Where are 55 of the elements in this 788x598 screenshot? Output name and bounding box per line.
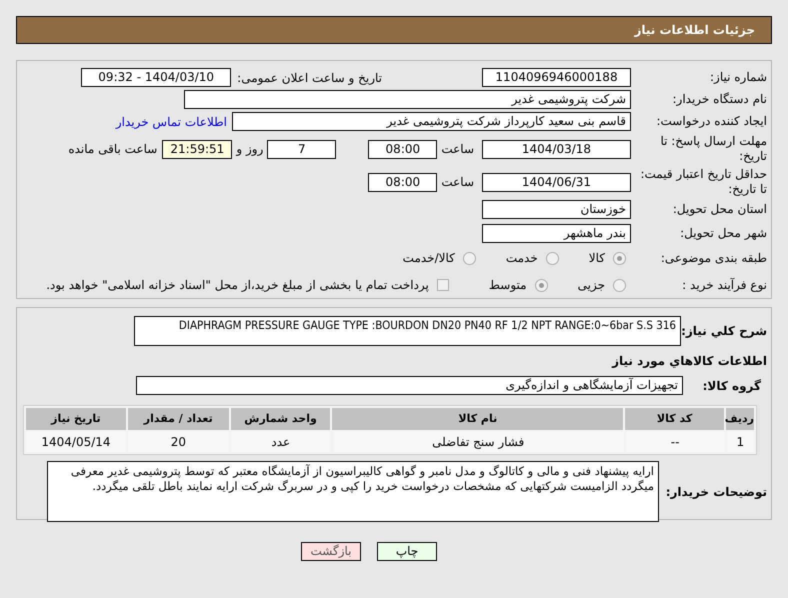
radio-label: جزیی bbox=[578, 277, 605, 294]
text-field[interactable]: 08:00 bbox=[368, 172, 438, 192]
text-field[interactable]: 7 bbox=[267, 140, 336, 158]
page-title: جزئیات اطلاعات نیاز bbox=[634, 22, 755, 39]
field-label: نام دستگاه خریدار: bbox=[672, 92, 768, 107]
checkbox[interactable] bbox=[436, 279, 449, 291]
field-label: شرح کلي نياز: bbox=[681, 323, 768, 340]
field-label: ساعت باقی مانده bbox=[68, 141, 158, 158]
radio-button[interactable] bbox=[462, 252, 476, 264]
field-label: توضیحات خریدار: bbox=[664, 484, 768, 500]
radio-label: کالا bbox=[588, 250, 605, 267]
buyer-contact-link[interactable]: اطلاعات تماس خریدار bbox=[116, 112, 227, 130]
section-title: اطلاعات کالاهاي مورد نياز bbox=[610, 353, 768, 370]
field-label: شهر محل تحویل: bbox=[679, 226, 768, 241]
text-field[interactable]: 1104096946000188 bbox=[482, 68, 631, 87]
column-header: ردیف bbox=[726, 408, 754, 430]
field-label: تاریخ و ساعت اعلان عمومی: bbox=[237, 70, 382, 86]
radio-button[interactable] bbox=[613, 278, 626, 292]
radio-button[interactable] bbox=[546, 252, 559, 264]
text-field[interactable]: شرکت پتروشیمی غدیر bbox=[184, 90, 631, 109]
radio-label: خدمت bbox=[506, 250, 538, 267]
radio-label: متوسط bbox=[488, 277, 527, 294]
field-label: گروه کالا: bbox=[702, 378, 762, 394]
text-field[interactable]: خوزستان bbox=[482, 200, 631, 219]
column-header: واحد شمارش bbox=[230, 408, 330, 430]
back-button[interactable]: بازگشت bbox=[301, 542, 361, 561]
column-header: تعداد / مقدار bbox=[128, 408, 229, 430]
radio-label: کالا/خدمت bbox=[402, 250, 455, 267]
checkbox-label: پرداخت تمام یا بخشی از مبلغ خرید،از محل "اسناد خزانه اسلامی" خواهد بود. bbox=[46, 277, 429, 294]
radio-button[interactable] bbox=[613, 252, 626, 264]
countdown-field[interactable]: 21:59:51 bbox=[162, 140, 232, 158]
field-label: نوع فرآیند خرید : bbox=[681, 278, 768, 292]
field-label: ساعت bbox=[441, 141, 474, 158]
text-field[interactable]: 08:00 bbox=[368, 140, 438, 158]
field-label: استان محل تحویل: bbox=[672, 202, 768, 217]
column-header: نام کالا bbox=[332, 408, 624, 430]
field-label: ایجاد کننده درخواست: bbox=[655, 114, 768, 129]
description-textarea[interactable]: DIAPHRAGM PRESSURE GAUGE TYPE :BOURDON DN20 PN40 RF 1/2 NPT RANGE:0~6bar S.S 316 bbox=[134, 316, 681, 346]
field-label: ساعت bbox=[441, 174, 474, 191]
text-field[interactable]: تجهیزات آزمایشگاهی و اندازه‌گیری bbox=[136, 376, 683, 395]
field-label: حداقل تاریخ اعتبار قیمت: تا تاریخ: bbox=[639, 167, 768, 197]
text-field[interactable]: بندر ماهشهر bbox=[482, 224, 631, 243]
radio-button[interactable] bbox=[534, 278, 548, 292]
field-label: شماره نیاز: bbox=[709, 70, 768, 85]
notes-textarea[interactable]: ارایه پیشنهاد فنی و مالی و کاتالوگ و مدل نامبر و گواهی کالیبراسیون از آزمایشگاه معتبر که توسط پتروشیمی غدیر معرفی میگردد الزامیست شرکتهایی که مشخصات درخواست خرید را کپی و در سربرگ شرکت ارایه نمایند باطل تلقی میگردد. bbox=[47, 461, 659, 522]
text-field[interactable]: 1404/03/10 - 09:32 bbox=[81, 68, 232, 87]
print-button[interactable]: چاپ bbox=[377, 542, 437, 561]
column-header: کد کالا bbox=[625, 408, 724, 430]
field-label: مهلت ارسال پاسخ: تا تاریخ: bbox=[659, 134, 768, 164]
text-field[interactable]: 1404/06/31 bbox=[482, 172, 631, 192]
field-label: روز و bbox=[236, 141, 264, 158]
field-label: طبقه بندی موضوعی: bbox=[660, 250, 768, 266]
column-header: تاریخ نیاز bbox=[26, 408, 126, 430]
text-field[interactable]: قاسم بنی سعید کارپرداز شرکت پتروشیمی غدیر bbox=[232, 112, 631, 131]
text-field[interactable]: 1404/03/18 bbox=[482, 140, 631, 158]
